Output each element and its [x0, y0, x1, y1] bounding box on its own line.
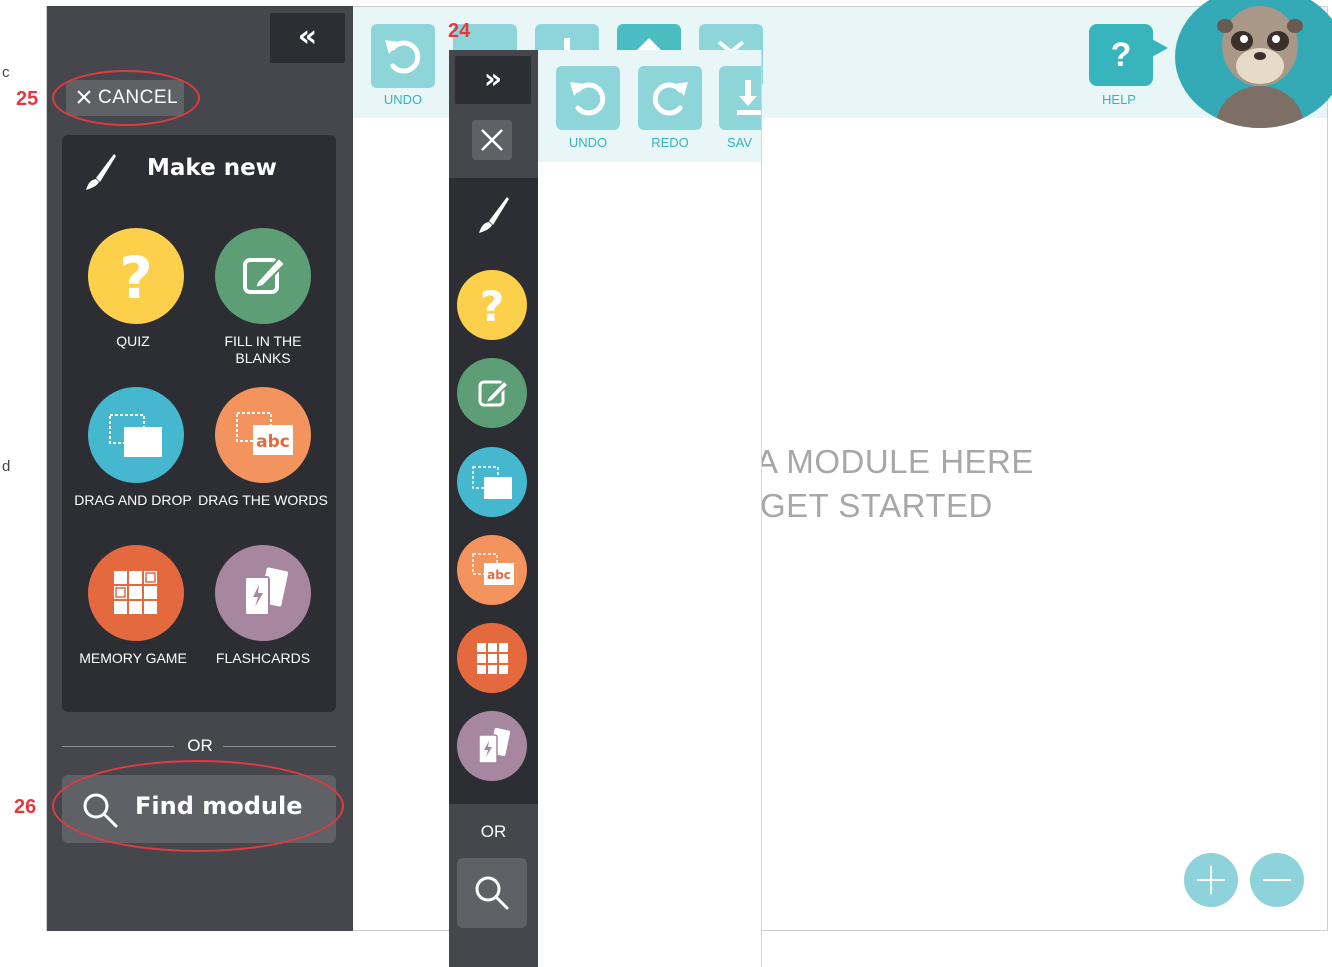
rail-drag-drop-button[interactable]	[457, 447, 527, 517]
zoom-out-button[interactable]	[1250, 853, 1304, 907]
screenshot-stage: c d UNDO ? HELP A MODULE HERE GET STARTE…	[0, 0, 1332, 967]
minus-icon	[1263, 879, 1291, 881]
undo-icon	[570, 82, 606, 116]
svg-text:abc: abc	[256, 432, 290, 452]
canvas-hint-line1: A MODULE HERE	[756, 443, 1034, 480]
grid-star-icon	[114, 571, 157, 614]
overlay-redo-button[interactable]	[638, 66, 702, 130]
fill-blanks-module-button[interactable]	[215, 228, 311, 324]
help-bubble-tail	[1150, 38, 1168, 58]
close-icon	[481, 129, 503, 151]
rail-flashcards-button[interactable]	[457, 711, 527, 781]
question-icon: ?	[480, 282, 504, 331]
search-icon	[475, 876, 509, 910]
edit-pencil-icon	[243, 256, 287, 294]
paintbrush-icon	[475, 195, 511, 239]
collapse-sidebar-button[interactable]: «	[270, 13, 345, 63]
abc-icon: abc	[472, 553, 514, 585]
zoom-in-button[interactable]	[1184, 853, 1238, 907]
expand-sidebar-button[interactable]: »	[455, 56, 531, 104]
overlay-save-label: SAV	[727, 135, 753, 150]
svg-text:?: ?	[119, 244, 153, 312]
memory-game-module-button[interactable]	[88, 545, 184, 641]
overlay-redo-label: REDO	[651, 135, 689, 150]
undo-label: UNDO	[383, 92, 423, 107]
download-icon	[737, 80, 761, 115]
make-new-title: Make new	[147, 155, 277, 181]
help-button[interactable]: ?	[1089, 24, 1153, 86]
plus-icon	[1197, 866, 1225, 894]
drag-drop-module-button[interactable]	[88, 387, 184, 483]
or-label: OR	[187, 736, 213, 755]
abc-icon: abc	[236, 412, 293, 455]
rail-or-label: OR	[480, 822, 507, 841]
flashcards-label: FLASHCARDS	[215, 650, 311, 666]
annotation-number-24: 24	[448, 20, 471, 42]
annotation-ring-cancel	[52, 70, 200, 126]
cards-icon	[244, 567, 289, 616]
stray-text-mid: d	[2, 458, 11, 475]
rail-fill-blanks-button[interactable]	[457, 358, 527, 428]
rail-memory-game-button[interactable]	[457, 623, 527, 693]
help-label: HELP	[1102, 92, 1136, 107]
overlay-undo-label: UNDO	[568, 135, 608, 150]
overlay-undo-button[interactable]	[556, 66, 620, 130]
rail-close-button[interactable]	[472, 120, 512, 160]
drag-words-module-button[interactable]: abc	[215, 387, 311, 483]
rail-quiz-button[interactable]: ?	[457, 270, 527, 340]
annotation-number-25: 25	[16, 88, 39, 110]
drag-drop-icon	[109, 414, 162, 457]
fill-blanks-label: FILL IN THE BLANKS	[224, 333, 302, 366]
overlay-canvas	[538, 162, 762, 967]
quiz-label: QUIZ	[116, 333, 150, 349]
undo-button[interactable]	[371, 24, 435, 88]
canvas-hint-line2: GET STARTED	[760, 487, 993, 524]
grid-star-icon	[477, 643, 508, 674]
undo-icon	[385, 40, 421, 74]
overlay-save-button[interactable]	[719, 66, 761, 130]
redo-icon	[652, 82, 688, 116]
annotation-number-26: 26	[14, 796, 37, 818]
rail-drag-words-button[interactable]: abc	[457, 535, 527, 605]
cards-icon	[478, 727, 511, 764]
svg-text:?: ?	[480, 282, 504, 331]
edit-pencil-icon	[478, 379, 510, 407]
or-divider-right	[223, 746, 336, 747]
annotation-ring-find-module	[52, 760, 344, 852]
quiz-module-button[interactable]: ?	[88, 228, 184, 324]
rail-find-module-button[interactable]	[457, 858, 527, 928]
drag-drop-icon	[472, 466, 512, 499]
flashcards-module-button[interactable]	[215, 545, 311, 641]
drag-words-label: DRAG THE WORDS	[198, 492, 328, 508]
drag-drop-label: DRAG AND DROP	[74, 492, 192, 508]
svg-text:abc: abc	[487, 568, 511, 582]
stray-text-top: c	[2, 64, 10, 81]
paintbrush-icon	[82, 152, 118, 196]
or-divider-left	[62, 746, 174, 747]
question-icon: ?	[119, 244, 153, 312]
memory-game-label: MEMORY GAME	[79, 650, 187, 666]
